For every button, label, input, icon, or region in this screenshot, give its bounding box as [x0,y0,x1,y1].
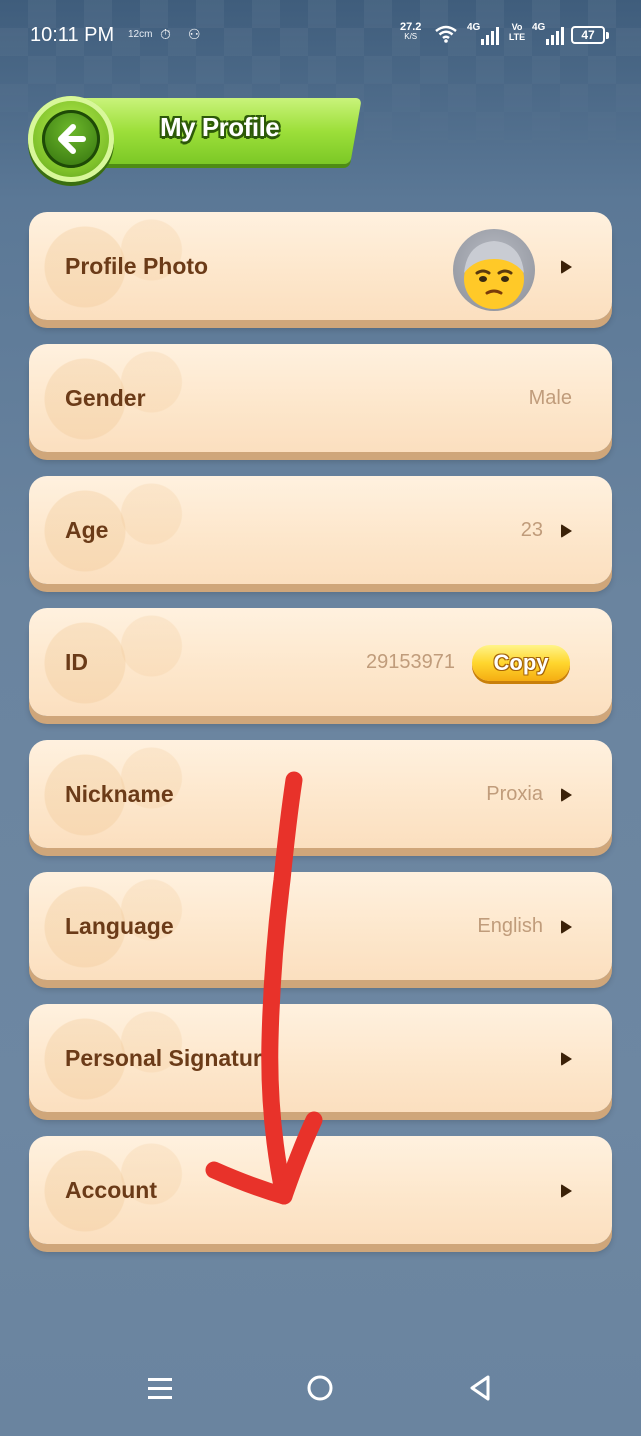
battery-indicator: 47 [571,26,609,44]
nickname-row[interactable]: Nickname Proxia [29,740,612,848]
gender-row[interactable]: Gender Male [29,344,612,452]
row-value: 23 [520,519,543,541]
status-time: 10:11 PM [30,24,115,46]
network-type-1: 4G [467,22,481,33]
speed-indicator: 12cm [128,29,153,40]
language-row[interactable]: Language English [29,872,612,980]
menu-icon[interactable] [140,1368,180,1408]
row-value: Proxia [486,783,543,805]
row-label: Language [65,913,174,939]
chevron-right-icon [561,920,572,934]
row-value: 29153971 [366,651,455,673]
row-label: Gender [65,385,146,411]
chevron-right-icon [561,524,572,538]
profile-photo-row[interactable]: Profile Photo [29,212,612,320]
status-bar: 10:11 PM 12cm ⏱ ⚇ 27.2 K/S 4G Vo LTE 4G … [0,0,641,72]
row-value: Male [528,387,572,409]
row-label: Profile Photo [65,253,209,279]
chevron-right-icon [561,1184,572,1198]
incognito-icon: ⚇ [188,26,201,42]
nav-back-icon[interactable] [460,1368,500,1408]
row-label: ID [65,649,88,675]
back-arrow-icon [42,110,100,168]
chevron-right-icon [561,788,572,802]
chevron-right-icon [561,1052,572,1066]
volte-label: Vo LTE [508,22,526,42]
timer-icon: ⏱ [160,26,171,42]
chevron-right-icon [561,260,572,274]
home-icon[interactable] [300,1368,340,1408]
copy-button[interactable]: Copy [472,645,570,681]
row-label: Account [65,1177,157,1203]
row-label: Age [65,517,109,543]
personal-signature-row[interactable]: Personal Signatur [29,1004,612,1112]
page-title: My Profile [160,112,280,142]
age-row[interactable]: Age 23 [29,476,612,584]
avatar-emoji-icon [464,241,524,309]
back-button[interactable] [28,96,114,182]
wifi-icon [435,25,457,43]
avatar[interactable] [453,229,535,311]
navigation-bar [0,1340,641,1436]
id-row: ID 29153971 Copy [29,608,612,716]
row-value: English [477,915,543,937]
account-row[interactable]: Account [29,1136,612,1244]
row-label: Personal Signatur [65,1045,262,1071]
network-speed: 27.2 K/S [400,21,422,42]
network-type-2: 4G [532,22,546,33]
row-label: Nickname [65,781,174,807]
signal-icon [481,27,499,45]
signal-icon-2 [546,27,564,45]
